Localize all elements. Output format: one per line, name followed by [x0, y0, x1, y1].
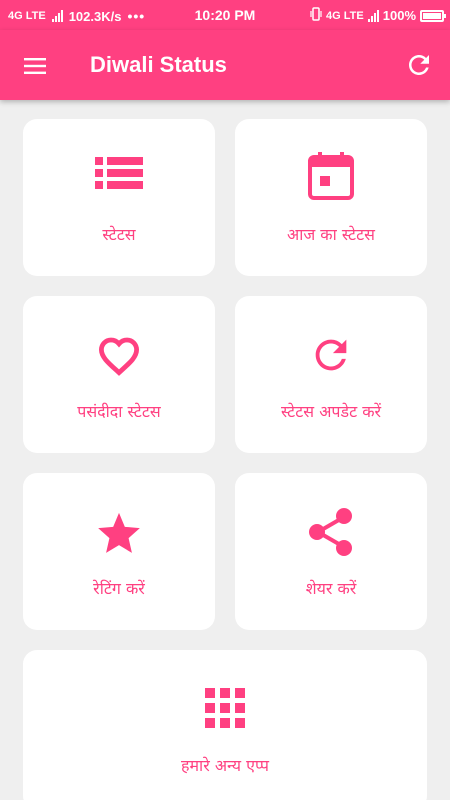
card-other-apps[interactable]: हमारे अन्य एप्प: [23, 650, 427, 800]
network-label-right: 4G LTE: [326, 9, 364, 22]
card-label: हमारे अन्य एप्प: [180, 756, 269, 775]
card-rating[interactable]: रेटिंग करें: [23, 473, 215, 630]
refresh-icon: [409, 55, 429, 75]
battery-icon: [420, 9, 446, 22]
status-bar: 4G LTE 102.3K/s ••• 10:20 PM 4G LTE 100%: [0, 0, 450, 30]
app-bar: Diwali Status: [0, 30, 450, 100]
card-label: रेटिंग करें: [93, 579, 145, 598]
star-icon: [98, 512, 140, 553]
card-todays-status[interactable]: आज का स्टेटस: [235, 119, 427, 276]
page-title: Diwali Status: [90, 52, 227, 77]
card-label: स्टेटस अपडेट करें: [280, 402, 382, 421]
heart-icon: [98, 337, 140, 376]
menu-icon: [24, 58, 46, 74]
card-label: आज का स्टेटस: [287, 225, 375, 244]
card-label: पसंदीदा स्टेटस: [77, 402, 161, 421]
apps-grid-icon: [205, 688, 245, 728]
signal-icon-right: [367, 9, 379, 22]
refresh-icon: [315, 339, 347, 371]
card-label: स्टेटस: [102, 225, 136, 244]
battery-percent: 100%: [382, 8, 416, 23]
card-status[interactable]: स्टेटस: [23, 119, 215, 276]
card-share[interactable]: शेयर करें: [235, 473, 427, 630]
share-icon: [309, 508, 352, 556]
vibrate-icon: [310, 7, 322, 24]
card-label: शेयर करें: [305, 579, 357, 598]
refresh-button[interactable]: [404, 50, 434, 80]
card-status-update[interactable]: स्टेटस अपडेट करें: [235, 296, 427, 453]
card-favourite-status[interactable]: पसंदीदा स्टेटस: [23, 296, 215, 453]
menu-button[interactable]: [18, 53, 52, 79]
calendar-icon: [308, 152, 354, 200]
list-icon: [95, 157, 143, 189]
